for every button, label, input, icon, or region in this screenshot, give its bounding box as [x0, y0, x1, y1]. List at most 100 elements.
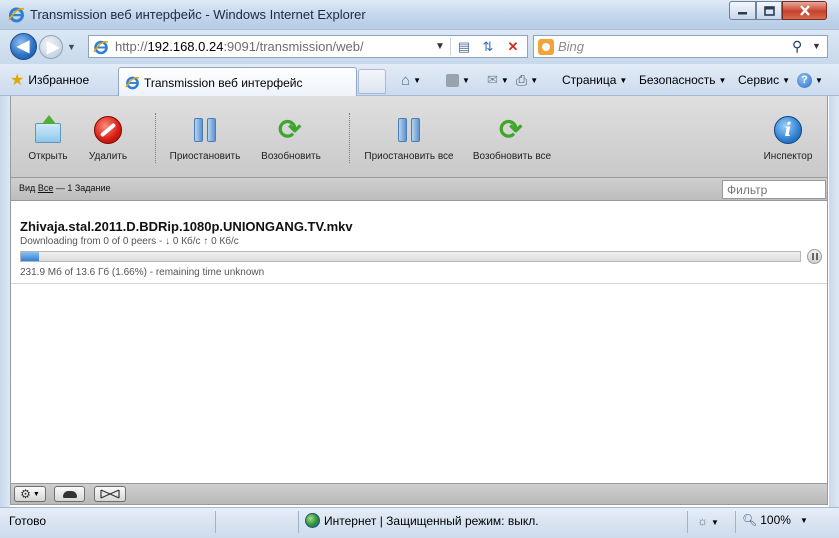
- page-frame-left: [0, 96, 10, 507]
- recent-pages-dropdown-icon[interactable]: ▼: [67, 42, 76, 52]
- refresh-icon[interactable]: ⇅: [480, 39, 496, 55]
- remove-label: Удалить: [88, 151, 128, 162]
- navigation-bar: ◀ ▶ ▼ http://192.168.0.24:9091/transmiss…: [0, 30, 839, 64]
- close-window-button[interactable]: [782, 1, 827, 20]
- address-dropdown-icon[interactable]: ▼: [435, 41, 445, 52]
- filter-input[interactable]: [722, 180, 826, 199]
- settings-menu-button[interactable]: ⚙ ▼: [14, 486, 46, 502]
- resume-all-button[interactable]: ⟳ Возобновить все: [469, 96, 555, 177]
- print-button[interactable]: ⎙ ▼: [516, 71, 538, 89]
- arrow-left-icon: ◀: [17, 38, 30, 55]
- chevron-down-icon: ▼: [711, 518, 719, 527]
- search-icon[interactable]: ⚲: [792, 38, 802, 55]
- torrent-count: — 1 Задание: [55, 183, 111, 193]
- toolbar-separator: [349, 113, 350, 163]
- torrent-peers: Downloading from 0 of 0 peers - ↓ 0 Кб/с…: [20, 236, 239, 247]
- protected-mode-button[interactable]: ☼ ▼: [697, 514, 719, 528]
- feeds-button[interactable]: ▼: [446, 71, 470, 89]
- search-options-dropdown-icon[interactable]: ▼: [812, 41, 821, 51]
- turtle-mode-button[interactable]: [54, 486, 85, 502]
- chevron-down-icon: ▼: [530, 75, 539, 85]
- view-prefix: Вид: [19, 183, 36, 193]
- remove-icon: [92, 115, 124, 145]
- favorites-label: Избранное: [28, 73, 90, 87]
- info-badge: i: [774, 116, 802, 144]
- open-icon: [32, 115, 64, 145]
- search-box[interactable]: Bing ⚲ ▼: [533, 35, 828, 58]
- minimize-button[interactable]: [729, 1, 756, 20]
- inspector-button[interactable]: i Инспектор: [759, 96, 817, 177]
- compatibility-view-icon[interactable]: ▤: [456, 39, 472, 55]
- chevron-down-icon: ▼: [799, 515, 808, 525]
- page-menu[interactable]: Страница ▼: [562, 71, 627, 89]
- read-mail-button[interactable]: ✉ ▼: [487, 71, 509, 89]
- pause-torrent-button[interactable]: Приостановить: [165, 96, 245, 177]
- resume-all-label: Возобновить все: [472, 151, 552, 162]
- turtle-icon: [62, 490, 77, 498]
- safety-menu-label: Безопасность: [639, 73, 716, 87]
- security-zone[interactable]: Интернет | Защищенный режим: выкл.: [305, 513, 539, 528]
- url-path: :9091/transmission/web/: [223, 39, 364, 54]
- page-menu-label: Страница: [562, 73, 617, 87]
- favorites-button[interactable]: ★ Избранное: [10, 70, 89, 90]
- open-torrent-button[interactable]: Открыть: [23, 96, 73, 177]
- home-icon: ⌂: [401, 71, 411, 89]
- remove-torrent-button[interactable]: Удалить: [83, 96, 133, 177]
- filter-summary: Вид Все — 1 Задание: [19, 183, 111, 193]
- status-bar: Готово Интернет | Защищенный режим: выкл…: [0, 507, 839, 538]
- green-arrow-icon: ⟳: [499, 114, 523, 145]
- status-divider: [298, 511, 299, 533]
- chevron-down-icon: ▼: [815, 75, 823, 85]
- minimize-icon: [738, 11, 747, 14]
- new-tab-button[interactable]: [358, 69, 386, 94]
- chevron-down-icon: ▼: [718, 75, 727, 85]
- globe-icon: [305, 513, 320, 528]
- torrent-progress-details: 231.9 Мб of 13.6 Гб (1.66%) - remaining …: [20, 267, 265, 278]
- pause-all-button[interactable]: Приостановить все: [361, 96, 457, 177]
- search-placeholder: Bing: [558, 39, 585, 54]
- back-button[interactable]: ◀: [10, 33, 37, 60]
- mail-icon: ✉: [487, 72, 498, 87]
- arrow-right-icon: ▶: [47, 39, 60, 56]
- torrent-row[interactable]: Zhivaja.stal.2011.D.BDRip.1080p.UNIONGAN…: [11, 201, 827, 284]
- maximize-button[interactable]: [756, 1, 782, 20]
- browser-tab[interactable]: Transmission веб интерфейс: [118, 67, 357, 96]
- help-button[interactable]: ? ▼: [797, 71, 823, 89]
- chevron-down-icon: ▼: [462, 75, 470, 85]
- info-icon: i: [772, 115, 804, 145]
- address-url[interactable]: http://192.168.0.24:9091/transmission/we…: [115, 39, 364, 54]
- view-all-link[interactable]: Все: [38, 183, 54, 193]
- open-tray: [35, 123, 61, 143]
- chevron-down-icon: ▼: [619, 75, 628, 85]
- help-icon: ?: [797, 72, 812, 88]
- stop-icon[interactable]: ✕: [505, 39, 521, 55]
- home-button[interactable]: ⌂ ▼: [401, 71, 421, 89]
- torrent-progress-bar: [20, 251, 801, 262]
- green-arrow-icon: ⟳: [278, 114, 302, 145]
- tools-menu-label: Сервис: [738, 73, 780, 87]
- address-bar[interactable]: http://192.168.0.24:9091/transmission/we…: [88, 35, 528, 58]
- chevron-down-icon: ▼: [782, 75, 791, 85]
- torrent-pause-button[interactable]: [807, 249, 822, 264]
- resume-icon: ⟳: [275, 115, 307, 145]
- open-label: Открыть: [28, 151, 68, 162]
- tools-menu[interactable]: Сервис ▼: [738, 71, 790, 89]
- resume-label: Возобновить: [261, 151, 321, 162]
- close-icon: [799, 5, 810, 16]
- forward-button[interactable]: ▶: [39, 35, 63, 59]
- resume-torrent-button[interactable]: ⟳ Возобновить: [256, 96, 326, 177]
- compact-view-button[interactable]: [94, 486, 126, 502]
- chevron-down-icon: ▼: [32, 490, 40, 498]
- chevron-down-icon: ▼: [413, 75, 421, 85]
- maximize-icon: [763, 5, 775, 16]
- page-frame-right: [829, 96, 839, 507]
- status-divider: [687, 511, 688, 533]
- rss-icon: [446, 73, 459, 87]
- transmission-footer: ⚙ ▼: [10, 483, 828, 505]
- chevron-down-icon: ▼: [500, 75, 509, 85]
- zoom-control[interactable]: 🔍︎ 100% ▼: [742, 513, 808, 527]
- pause-label: Приостановить: [169, 151, 241, 162]
- zoom-level: 100%: [760, 513, 791, 527]
- pause-bars: [194, 118, 216, 142]
- safety-menu[interactable]: Безопасность ▼: [639, 71, 726, 89]
